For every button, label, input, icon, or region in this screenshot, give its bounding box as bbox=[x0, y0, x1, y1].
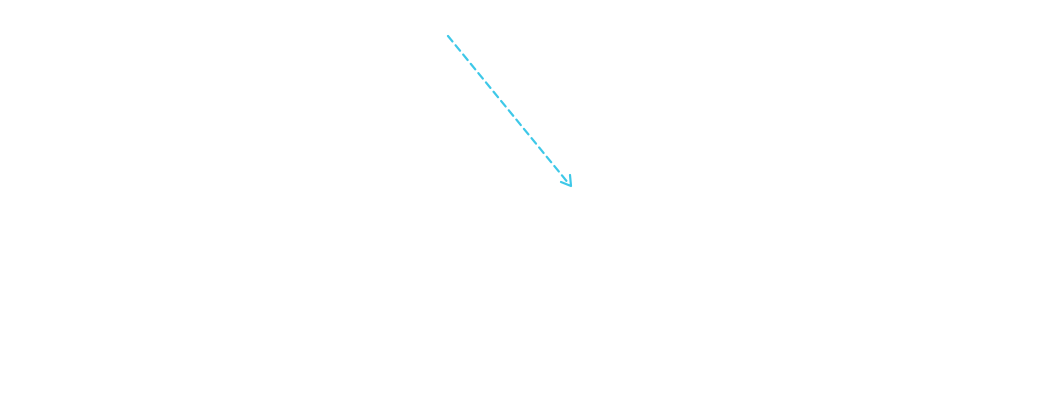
diagram-svg bbox=[446, 34, 573, 188]
diagram-canvas bbox=[0, 0, 1049, 400]
dashed-connector-line[interactable] bbox=[446, 34, 571, 186]
